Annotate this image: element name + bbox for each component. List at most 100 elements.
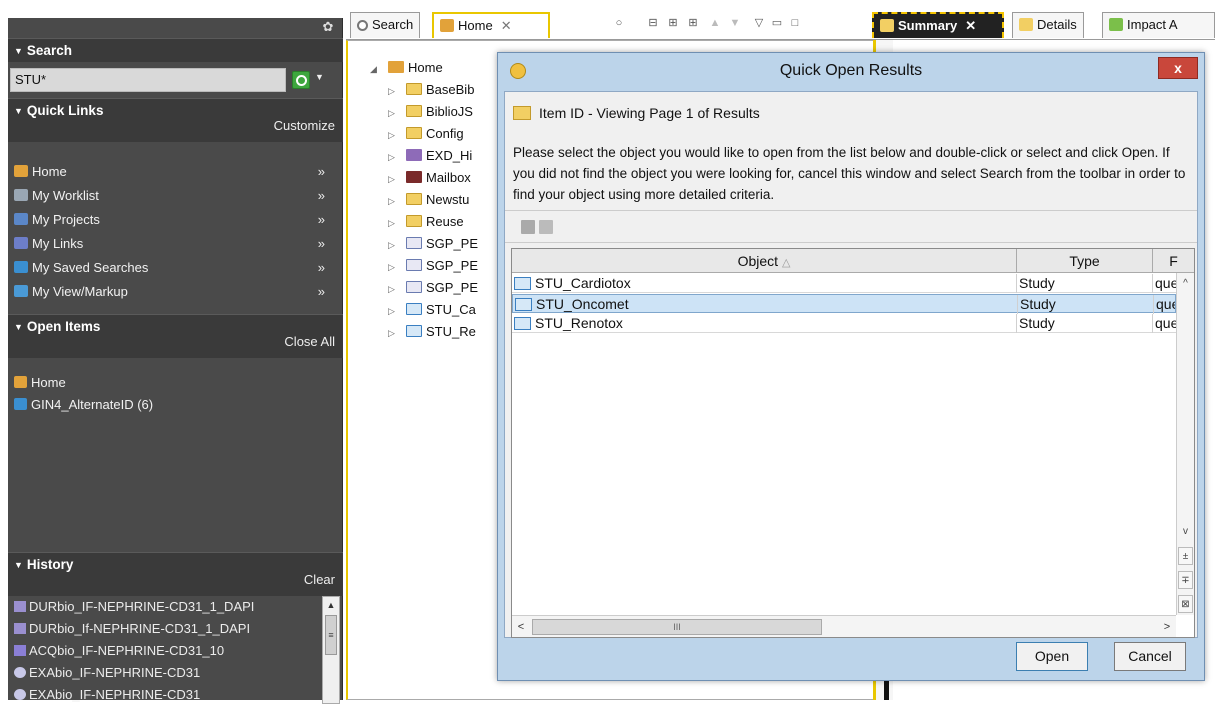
close-tab-icon[interactable]: ✕ [965, 18, 976, 33]
gear-icon[interactable]: ✿ [320, 18, 336, 36]
scroll-up-icon[interactable]: ▲ [323, 597, 339, 613]
scroll-thumb[interactable]: ≡ [325, 615, 337, 655]
scroll-bottom-icon[interactable]: ∓ [1178, 571, 1193, 589]
scroll-down-icon[interactable]: v [1178, 523, 1193, 541]
expand-all-icon[interactable]: ⊞ [686, 16, 700, 30]
close-all-button[interactable]: Close All [284, 333, 335, 351]
tree-node[interactable]: ▷ SGP_PE [388, 255, 478, 277]
expand-arrow-icon[interactable]: ▷ [388, 190, 406, 212]
horizontal-scrollbar[interactable]: < III > [512, 615, 1176, 637]
chevron-right-icon[interactable]: » [318, 208, 325, 232]
tree-node-root[interactable]: ◢ Home [370, 57, 478, 79]
expand-arrow-icon[interactable]: ▷ [388, 168, 406, 190]
scroll-right-icon[interactable]: > [1158, 618, 1176, 636]
quick-link-projects[interactable]: My Projects » [8, 208, 343, 232]
expand-arrow-icon[interactable]: ▷ [388, 80, 406, 102]
scroll-up-icon[interactable]: ^ [1178, 275, 1193, 293]
move-up-icon[interactable]: ▲ [708, 16, 722, 30]
expand-icon[interactable]: ⊞ [666, 16, 680, 30]
history-header[interactable]: ▼ History Clear [8, 552, 343, 596]
table-row[interactable]: STU_Cardiotox Study que [512, 274, 1176, 293]
clear-history-button[interactable]: Clear [304, 571, 335, 589]
tab-summary[interactable]: Summary ✕ [872, 12, 1004, 38]
tab-impact[interactable]: Impact A [1102, 12, 1215, 38]
collapse-all-icon[interactable]: ⊟ [646, 16, 660, 30]
tree-node[interactable]: ▷ Newstu [388, 189, 478, 211]
tree-node[interactable]: ▷ BiblioJS [388, 101, 478, 123]
quick-link-home[interactable]: Home » [8, 160, 343, 184]
scroll-reset-icon[interactable]: ⊠ [1178, 595, 1193, 613]
chevron-right-icon[interactable]: » [318, 280, 325, 304]
history-item[interactable]: ACQbio_IF-NEPHRINE-CD31_10 [8, 640, 318, 662]
close-tab-icon[interactable]: ✕ [501, 18, 512, 33]
history-item[interactable]: EXAbio_IF-NEPHRINE-CD31 [8, 662, 318, 684]
expand-arrow-icon[interactable]: ▷ [388, 300, 406, 322]
open-folder-icon[interactable] [539, 220, 553, 234]
expand-arrow-icon[interactable]: ▷ [388, 234, 406, 256]
tree-node[interactable]: ▷ Mailbox [388, 167, 478, 189]
chevron-right-icon[interactable]: » [318, 160, 325, 184]
open-item-search-result[interactable]: GIN4_AlternateID (6) [8, 394, 343, 416]
cancel-button[interactable]: Cancel [1114, 642, 1186, 671]
open-button[interactable]: Open [1016, 642, 1088, 671]
tree-node[interactable]: ▷ EXD_Hi [388, 145, 478, 167]
history-item[interactable]: DURbio_IF-NEPHRINE-CD31_1_DAPI [8, 596, 318, 618]
copy-icon[interactable] [521, 220, 535, 234]
chevron-right-icon[interactable]: » [318, 232, 325, 256]
tree: ◢ Home ▷ BaseBib ▷ BiblioJS ▷ Config ▷ EXD_Hi… [370, 57, 478, 343]
tree-node[interactable]: ▷ SGP_PE [388, 233, 478, 255]
vertical-scrollbar[interactable]: ^ v ± ∓ ⊠ [1176, 273, 1194, 615]
search-section-header[interactable]: ▼ Search [8, 38, 343, 62]
collapse-arrow-icon[interactable]: ◢ [370, 58, 388, 80]
expand-arrow-icon[interactable]: ▷ [388, 256, 406, 278]
tab-search[interactable]: Search [350, 12, 421, 38]
search-input[interactable]: STU* [10, 68, 286, 92]
column-header-object[interactable]: Object △ [512, 249, 1017, 273]
expand-arrow-icon[interactable]: ▷ [388, 322, 406, 344]
expand-arrow-icon[interactable]: ▷ [388, 278, 406, 300]
history-item[interactable]: DURbio_If-NEPHRINE-CD31_1_DAPI [8, 618, 318, 640]
tree-node[interactable]: ▷ STU_Ca [388, 299, 478, 321]
tree-node[interactable]: ▷ STU_Re [388, 321, 478, 343]
home-icon [14, 376, 27, 388]
expand-arrow-icon[interactable]: ▷ [388, 124, 406, 146]
tab-details[interactable]: Details [1012, 12, 1084, 38]
tree-node[interactable]: ▷ BaseBib [388, 79, 478, 101]
expand-arrow-icon[interactable]: ▷ [388, 102, 406, 124]
search-go-icon[interactable] [292, 71, 310, 89]
scroll-top-icon[interactable]: ± [1178, 547, 1193, 565]
expand-arrow-icon[interactable]: ▷ [388, 146, 406, 168]
quick-link-saved-searches[interactable]: My Saved Searches » [8, 256, 343, 280]
scroll-left-icon[interactable]: < [512, 618, 530, 636]
search-dropdown-icon[interactable]: ▼ [315, 72, 324, 82]
quick-link-links[interactable]: My Links » [8, 232, 343, 256]
maximize-icon[interactable]: □ [788, 16, 802, 30]
table-row-selected[interactable]: STU_Oncomet Study que [512, 294, 1176, 314]
customize-button[interactable]: Customize [274, 117, 335, 135]
scroll-thumb[interactable]: III [532, 619, 822, 635]
tree-node[interactable]: ▷ SGP_PE [388, 277, 478, 299]
quick-link-view-markup[interactable]: My View/Markup » [8, 280, 343, 304]
tab-home[interactable]: Home ✕ [432, 12, 550, 38]
history-scrollbar[interactable]: ▲ ≡ [322, 596, 340, 704]
chevron-right-icon[interactable]: » [318, 256, 325, 280]
column-header-type[interactable]: Type [1017, 249, 1153, 273]
open-item-home[interactable]: Home [8, 372, 343, 394]
quick-link-worklist[interactable]: My Worklist » [8, 184, 343, 208]
view-menu-icon[interactable]: ▽ [752, 16, 766, 30]
search-icon[interactable]: ○ [612, 16, 626, 30]
quick-link-label: My Projects [32, 212, 100, 227]
table-row[interactable]: STU_Renotox Study que [512, 314, 1176, 333]
chevron-right-icon[interactable]: » [318, 184, 325, 208]
open-items-header[interactable]: ▼ Open Items Close All [8, 314, 343, 358]
tree-node[interactable]: ▷ Reuse [388, 211, 478, 233]
expand-arrow-icon[interactable]: ▷ [388, 212, 406, 234]
tree-node[interactable]: ▷ Config [388, 123, 478, 145]
column-header-third[interactable]: F [1153, 249, 1194, 273]
minimize-icon[interactable]: ▭ [770, 16, 784, 30]
close-button[interactable]: x [1158, 57, 1198, 79]
tree-node-label: SGP_PE [426, 280, 479, 295]
move-down-icon[interactable]: ▼ [728, 16, 742, 30]
history-item[interactable]: EXAbio_IF-NEPHRINE-CD31 [8, 684, 318, 706]
quick-links-header[interactable]: ▼ Quick Links Customize [8, 98, 343, 142]
